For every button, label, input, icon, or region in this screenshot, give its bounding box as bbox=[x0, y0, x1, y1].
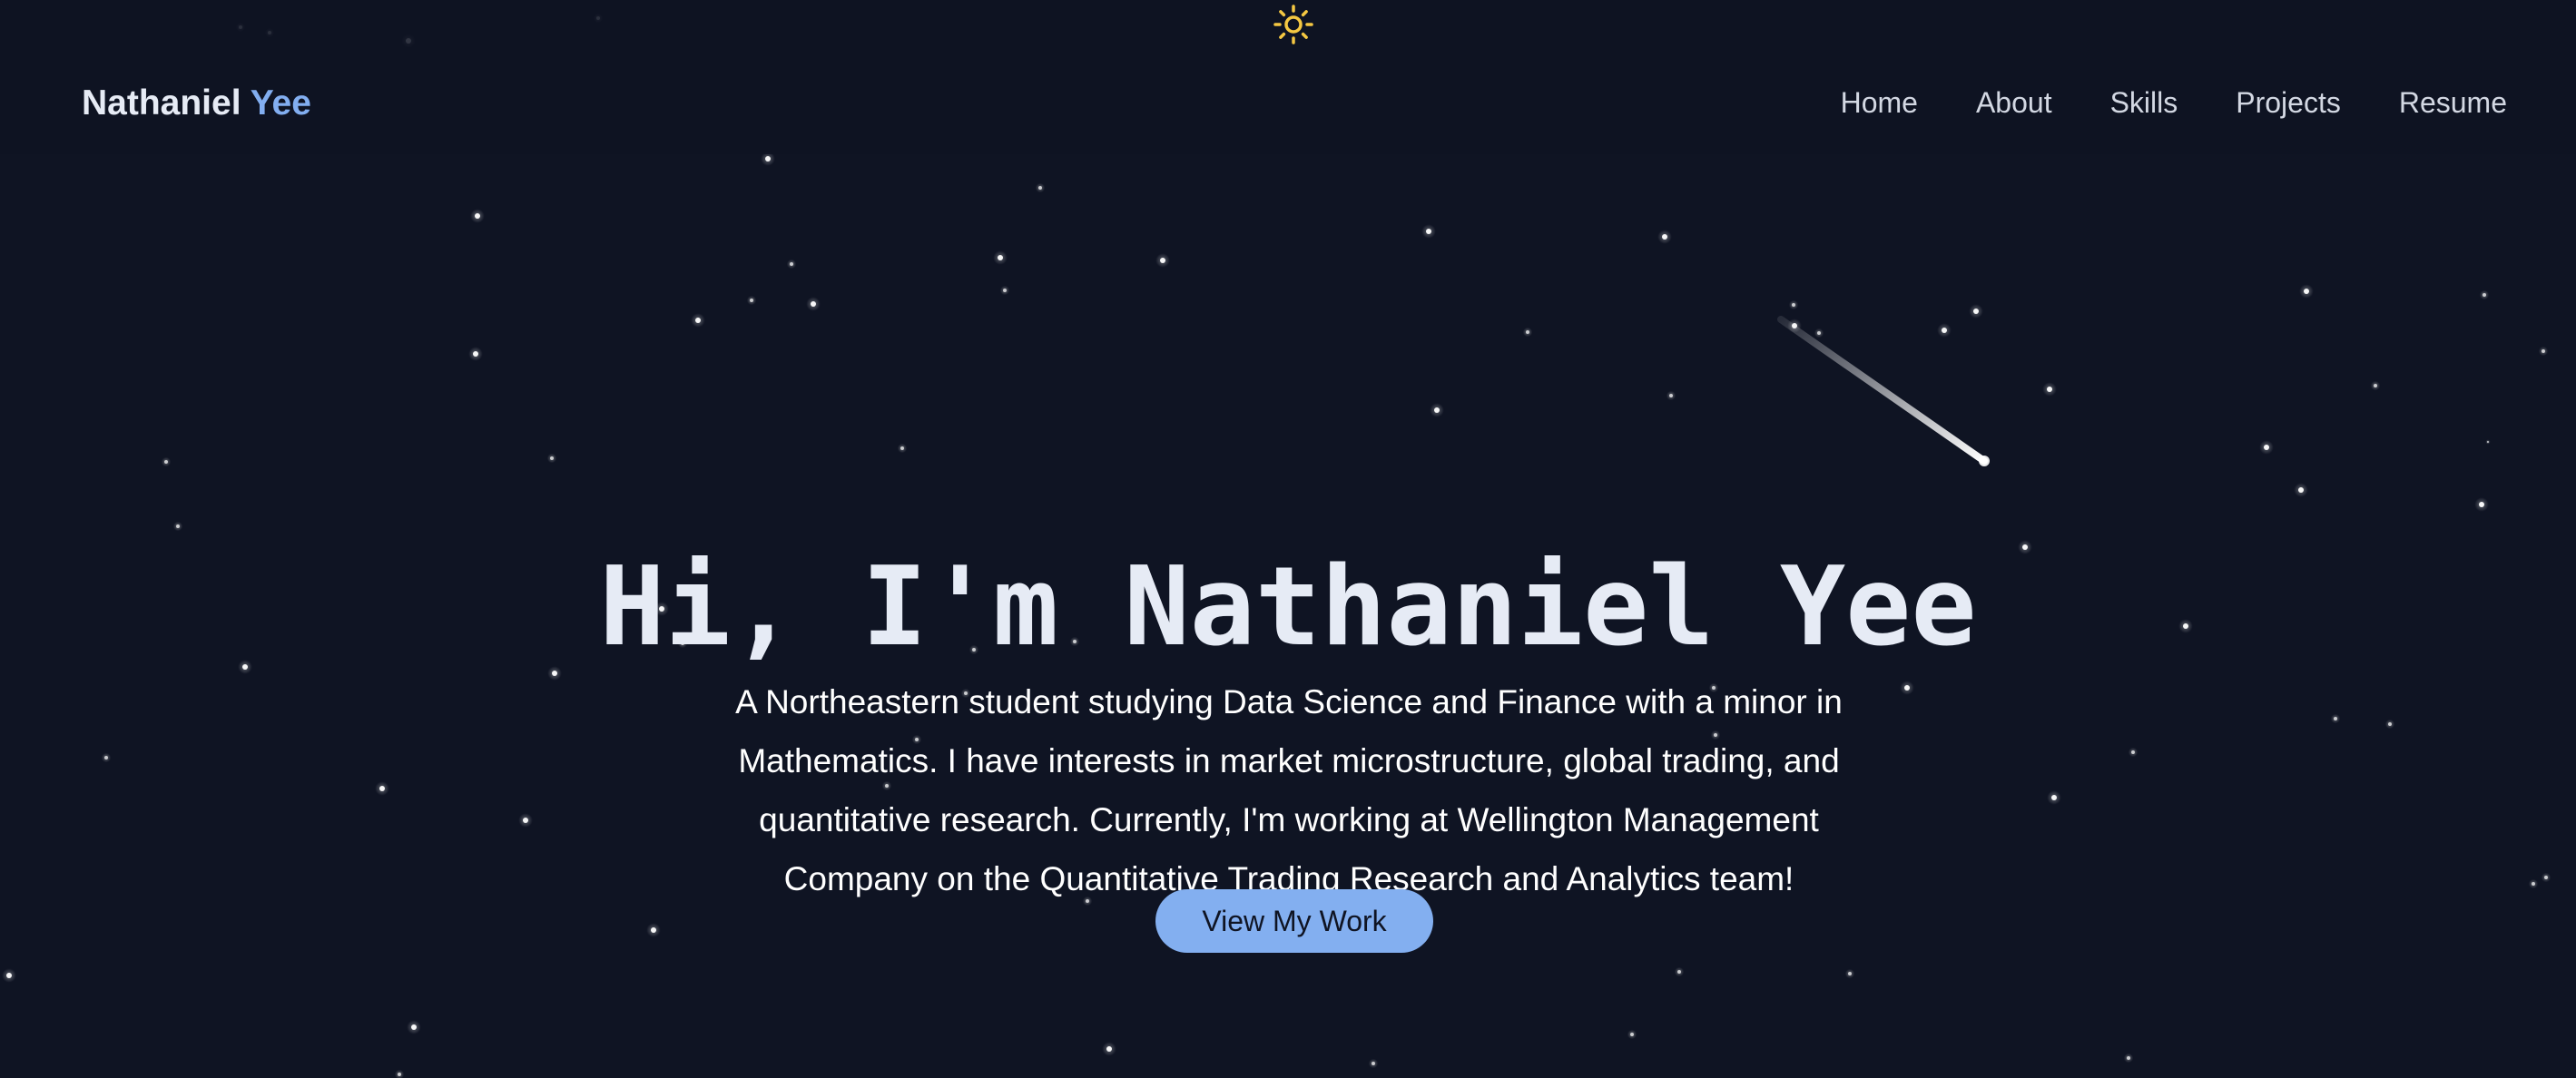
star bbox=[900, 446, 904, 450]
nav-link-about[interactable]: About bbox=[1976, 86, 2052, 120]
star bbox=[2532, 882, 2535, 886]
star bbox=[651, 927, 656, 933]
star bbox=[475, 213, 480, 219]
star bbox=[2487, 441, 2489, 443]
star bbox=[2051, 795, 2057, 800]
hero-description: A Northeastern student studying Data Sci… bbox=[735, 683, 1843, 897]
star bbox=[765, 156, 771, 162]
hero-title: Hi, I'm Nathaniel Yee bbox=[599, 544, 1977, 671]
star bbox=[1003, 289, 1007, 292]
star bbox=[1677, 970, 1681, 974]
star bbox=[523, 818, 528, 823]
star bbox=[750, 299, 753, 302]
star bbox=[2479, 502, 2484, 507]
star bbox=[1669, 394, 1673, 397]
star bbox=[1160, 258, 1165, 263]
star bbox=[2374, 384, 2377, 387]
star bbox=[550, 456, 554, 460]
star bbox=[2131, 750, 2135, 754]
star bbox=[411, 1024, 417, 1030]
sun-icon bbox=[1273, 5, 1313, 44]
theme-toggle-button[interactable] bbox=[1273, 4, 1314, 45]
star bbox=[2483, 293, 2486, 297]
nav-link-projects[interactable]: Projects bbox=[2236, 86, 2341, 120]
star bbox=[695, 318, 701, 323]
nav-link-home[interactable]: Home bbox=[1841, 86, 1918, 120]
page: Nathaniel Yee Home About Skills Projects… bbox=[0, 0, 2576, 1078]
star bbox=[1848, 972, 1852, 975]
star bbox=[2334, 717, 2337, 720]
star bbox=[1662, 234, 1667, 240]
star bbox=[1038, 186, 1042, 190]
star bbox=[2264, 445, 2269, 450]
star bbox=[1426, 229, 1431, 234]
star bbox=[2047, 387, 2052, 392]
brand-logo[interactable]: Nathaniel Yee bbox=[82, 83, 311, 123]
star bbox=[2542, 349, 2545, 353]
star bbox=[379, 786, 385, 791]
star bbox=[1817, 331, 1821, 335]
star bbox=[1526, 330, 1529, 334]
star bbox=[1973, 309, 1979, 314]
star bbox=[398, 1073, 401, 1076]
star bbox=[790, 262, 793, 266]
star bbox=[2304, 289, 2309, 294]
star bbox=[1904, 685, 1910, 691]
star bbox=[176, 524, 180, 528]
star bbox=[998, 255, 1003, 260]
star bbox=[1792, 303, 1795, 307]
star bbox=[2127, 1056, 2130, 1060]
star bbox=[6, 973, 12, 978]
star bbox=[104, 756, 108, 760]
star bbox=[1942, 328, 1947, 333]
brand-last-name: Yee bbox=[250, 83, 311, 122]
star bbox=[1372, 1062, 1375, 1065]
brand-first-name: Nathaniel bbox=[82, 83, 241, 122]
star bbox=[2298, 487, 2304, 493]
shooting-star bbox=[1777, 316, 1988, 465]
view-my-work-button[interactable]: View My Work bbox=[1155, 889, 1433, 953]
star bbox=[164, 460, 168, 464]
star bbox=[1630, 1033, 1634, 1036]
star bbox=[473, 351, 478, 357]
star bbox=[1106, 1046, 1112, 1052]
star bbox=[1434, 407, 1440, 413]
nav-menu: Home About Skills Projects Resume bbox=[1841, 86, 2507, 120]
nav-link-skills[interactable]: Skills bbox=[2110, 86, 2178, 120]
star bbox=[811, 301, 816, 307]
nav-link-resume[interactable]: Resume bbox=[2399, 86, 2507, 120]
star bbox=[2544, 876, 2548, 879]
star bbox=[2388, 722, 2392, 726]
